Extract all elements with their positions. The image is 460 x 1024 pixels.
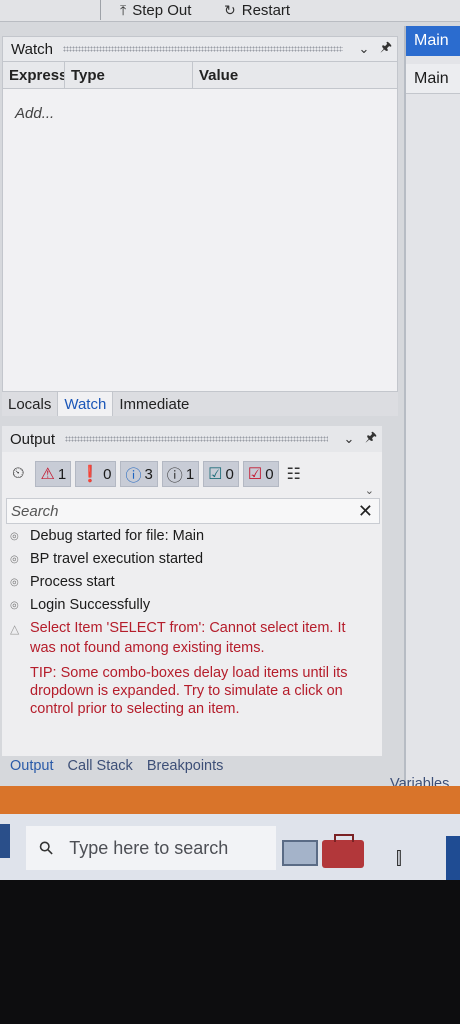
failed-count: 0: [265, 465, 274, 483]
close-icon[interactable]: ✕: [358, 501, 373, 522]
log-warning: △ Select Item 'SELECT from': Cannot sele…: [10, 618, 370, 658]
toolbar-separator: [100, 0, 101, 20]
step-out-button[interactable]: ⤒ Step Out: [120, 0, 191, 20]
column-expression[interactable]: Express: [3, 62, 65, 88]
watch-add-placeholder[interactable]: Add...: [15, 105, 54, 122]
info-bullet-icon: ◎: [10, 554, 19, 565]
info-filter[interactable]: ⓘ 3: [120, 461, 158, 487]
main-breadcrumb[interactable]: Main: [406, 64, 460, 94]
list-options-icon[interactable]: ☷: [283, 461, 308, 487]
laptop-icon[interactable]: [282, 840, 318, 866]
chevron-down-icon[interactable]: ⌄: [365, 484, 374, 497]
log-line: ◎ Login Successfully: [10, 595, 370, 616]
output-filters: ⏲ ⚠ 1 ❗ 0 ⓘ 3 ⓘ 1 ☑ 0 ☑ 0 ☷: [8, 460, 308, 488]
search-icon: ⚲: [34, 835, 58, 860]
tab-output[interactable]: Output: [10, 758, 54, 774]
trace-icon: ⓘ: [166, 468, 183, 485]
info-bullet-icon: ◎: [10, 531, 19, 542]
search-placeholder: Search: [11, 502, 59, 520]
tab-breakpoints[interactable]: Breakpoints: [147, 758, 224, 774]
log-line: ◎ Process start: [10, 572, 370, 593]
check-failed-icon: ☑: [247, 466, 263, 483]
restart-button[interactable]: ↻ Restart: [224, 0, 290, 20]
log-tip: TIP: Some combo-boxes delay load items u…: [30, 665, 348, 717]
debug-toolbar: ⤒ Step Out ↻ Restart: [0, 0, 460, 22]
info-icon: ⓘ: [125, 468, 142, 485]
trace-filter[interactable]: ⓘ 1: [161, 461, 200, 487]
tab-locals[interactable]: Locals: [2, 392, 59, 416]
taskbar-search-placeholder: Type here to search: [69, 837, 229, 858]
panel-grip[interactable]: [62, 46, 343, 52]
log-line: ◎ BP travel execution started: [10, 549, 370, 570]
trace-count: 1: [185, 465, 195, 483]
briefcase-icon[interactable]: [322, 834, 364, 868]
check-icon: ☑: [208, 466, 223, 483]
watch-panel: Watch ⌄ 🖈 Express Type Value Add...: [2, 36, 398, 392]
restart-label: Restart: [241, 1, 291, 19]
clock-icon[interactable]: ⏲: [8, 461, 31, 487]
studio-window: ⤒ Step Out ↻ Restart Watch ⌄ 🖈 Express T…: [0, 0, 460, 880]
warning-icon: ⚠: [40, 466, 55, 483]
column-value[interactable]: Value: [193, 62, 397, 88]
panel-grip[interactable]: [65, 436, 328, 442]
output-log: ◎ Debug started for file: Main ◎ BP trav…: [10, 524, 370, 718]
right-panel: Main Main Variables: [390, 26, 460, 792]
windows-taskbar: ⚲ Type here to search ⫿: [0, 814, 460, 880]
warning-text: Select Item 'SELECT from': Cannot select…: [30, 620, 346, 656]
tab-watch[interactable]: Watch: [58, 392, 114, 416]
pin-icon[interactable]: 🖈: [375, 38, 397, 60]
chevron-down-icon[interactable]: ⌄: [353, 41, 375, 57]
bottom-tabs: Output Call Stack Breakpoints: [10, 758, 223, 774]
output-panel-header: Output ⌄ 🖈: [2, 426, 382, 452]
info-bullet-icon: ◎: [10, 600, 19, 611]
watch-panel-title: Watch: [11, 40, 53, 58]
step-out-label: Step Out: [132, 1, 192, 19]
errors-filter[interactable]: ❗ 0: [75, 461, 117, 487]
log-text: Process start: [30, 574, 115, 590]
debug-tabs: Locals Watch Immediate: [2, 392, 398, 416]
tab-call-stack[interactable]: Call Stack: [68, 758, 133, 774]
warnings-count: 1: [57, 465, 67, 483]
watch-column-headers: Express Type Value: [3, 61, 397, 89]
success-count: 0: [225, 465, 234, 483]
chevron-down-icon[interactable]: ⌄: [338, 431, 360, 447]
tab-immediate[interactable]: Immediate: [113, 392, 195, 416]
output-panel-title: Output: [10, 430, 56, 448]
status-bar: [0, 786, 460, 814]
step-out-icon: ⤒: [120, 1, 127, 18]
output-panel: Output ⌄ 🖈 ⏲ ⚠ 1 ❗ 0 ⓘ 3 ⓘ 1 ☑ 0 ☑ 0 ☷ ⌄…: [2, 426, 382, 756]
log-text: Login Successfully: [30, 597, 151, 613]
task-view-icon[interactable]: ⫿: [396, 848, 402, 869]
restart-icon: ↻: [224, 1, 236, 18]
pin-icon[interactable]: 🖈: [360, 428, 382, 450]
failed-filter[interactable]: ☑ 0: [242, 461, 279, 487]
log-text: BP travel execution started: [30, 551, 204, 567]
info-count: 3: [144, 465, 153, 483]
info-bullet-icon: ◎: [10, 577, 19, 588]
errors-count: 0: [103, 465, 112, 483]
warning-icon: △: [10, 622, 20, 636]
watch-panel-header: Watch ⌄ 🖈: [3, 37, 397, 61]
log-line: ◎ Debug started for file: Main: [10, 526, 370, 547]
pinned-app-icon[interactable]: [446, 836, 460, 880]
output-search-input[interactable]: Search ✕: [6, 498, 380, 524]
success-filter[interactable]: ☑ 0: [203, 461, 239, 487]
log-text: Debug started for file: Main: [30, 528, 205, 544]
taskbar-search-input[interactable]: ⚲ Type here to search: [26, 826, 276, 870]
main-tab-header[interactable]: Main: [406, 26, 460, 56]
column-type[interactable]: Type: [65, 62, 193, 88]
error-icon: ❗: [80, 466, 101, 483]
start-button[interactable]: [0, 824, 10, 858]
warnings-filter[interactable]: ⚠ 1: [35, 461, 72, 487]
